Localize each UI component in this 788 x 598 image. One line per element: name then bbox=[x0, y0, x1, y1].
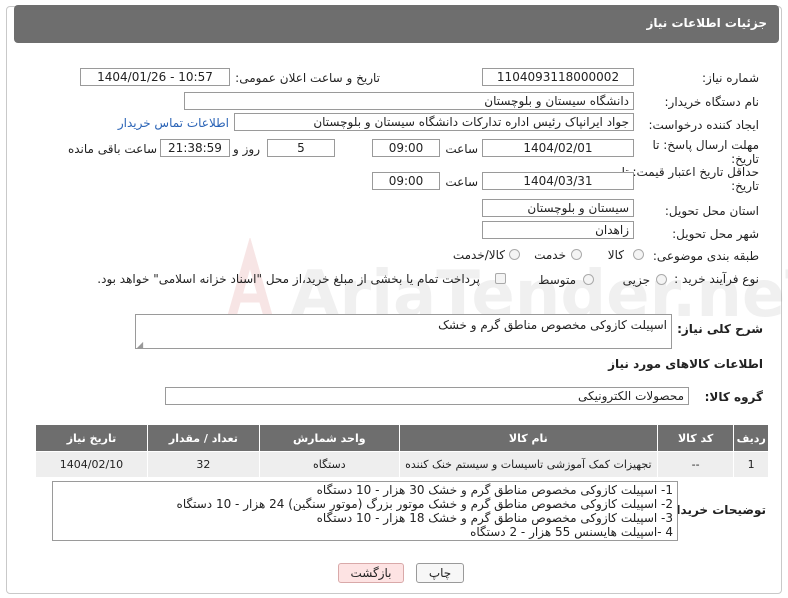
print-button[interactable]: چاپ bbox=[416, 563, 464, 583]
process-option-partial: جزیی bbox=[622, 273, 650, 287]
province-label: استان محل تحویل: bbox=[664, 204, 759, 218]
announce-field[interactable]: 1404/01/26 - 10:57 bbox=[80, 68, 230, 86]
goods-info-title: اطلاعات کالاهای مورد نیاز bbox=[608, 357, 763, 371]
cell-need-date: 1404/02/10 bbox=[35, 451, 148, 478]
category-option-service: خدمت bbox=[534, 248, 566, 262]
buyer-org-label: نام دستگاه خریدار: bbox=[664, 95, 760, 109]
announce-label: تاریخ و ساعت اعلان عمومی: bbox=[235, 71, 380, 85]
buyer-notes-field[interactable]: 1- اسپیلت کازوکی مخصوص مناطق گرم و خشک 3… bbox=[52, 481, 678, 541]
category-label: طبقه بندی موضوعی: bbox=[652, 249, 759, 263]
col-goods-name: نام کالا bbox=[398, 424, 658, 452]
back-button[interactable]: بازگشت bbox=[338, 563, 404, 583]
payment-note: پرداخت تمام یا بخشی از مبلغ خرید،از محل … bbox=[97, 272, 480, 286]
page-title: جزئیات اطلاعات نیاز bbox=[646, 16, 767, 30]
title-bar: جزئیات اطلاعات نیاز bbox=[14, 5, 779, 43]
days-field[interactable]: 5 bbox=[267, 139, 335, 157]
category-radio-goods[interactable] bbox=[633, 249, 644, 260]
process-radio-medium[interactable] bbox=[583, 274, 594, 285]
process-label: نوع فرآیند خرید : bbox=[674, 272, 759, 286]
buyer-notes-label: توضیحات خریدار: bbox=[664, 503, 766, 517]
col-unit: واحد شمارش bbox=[258, 424, 400, 452]
payment-checkbox[interactable] bbox=[495, 273, 506, 284]
cell-goods-code: -- bbox=[656, 451, 735, 478]
days-label: روز و bbox=[233, 142, 260, 156]
city-field[interactable]: زاهدان bbox=[482, 221, 634, 239]
city-label: شهر محل تحویل: bbox=[672, 227, 759, 241]
table-row[interactable]: 1 -- تجهیزات کمک آموزشی تاسیسات و سیستم … bbox=[35, 451, 769, 478]
need-number-label: شماره نیاز: bbox=[702, 71, 759, 85]
buyer-note-line: 1- اسپیلت کازوکی مخصوص مناطق گرم و خشک 3… bbox=[316, 483, 673, 497]
table-header-row: ردیف کد کالا نام کالا واحد شمارش تعداد /… bbox=[35, 424, 769, 452]
deadline-time-label: ساعت bbox=[445, 142, 478, 156]
province-field[interactable]: سیستان و بلوچستان bbox=[482, 199, 634, 217]
col-need-date: تاریخ نیاز bbox=[35, 424, 148, 452]
description-field[interactable]: اسپیلت کازوکی مخصوص مناطق گرم و خشک bbox=[135, 314, 672, 349]
col-row-number: ردیف bbox=[733, 424, 769, 452]
col-quantity: تعداد / مقدار bbox=[146, 424, 260, 452]
deadline-date-field[interactable]: 1404/02/01 bbox=[482, 139, 634, 157]
remaining-time-field[interactable]: 21:38:59 bbox=[160, 139, 230, 157]
category-option-goods-service: کالا/خدمت bbox=[452, 248, 505, 262]
need-number-field[interactable]: 1104093118000002 bbox=[482, 68, 634, 86]
goods-group-field[interactable]: محصولات الکترونیکی bbox=[165, 387, 689, 405]
category-radio-goods-service[interactable] bbox=[509, 249, 520, 260]
buyer-org-field[interactable]: دانشگاه سیستان و بلوچستان bbox=[184, 92, 634, 110]
validity-time-label: ساعت bbox=[445, 175, 478, 189]
category-option-goods: کالا bbox=[607, 248, 624, 262]
validity-date-field[interactable]: 1404/03/31 bbox=[482, 172, 634, 190]
goods-group-label: گروه کالا: bbox=[704, 390, 763, 404]
category-radio-service[interactable] bbox=[571, 249, 582, 260]
cell-unit: دستگاه bbox=[258, 451, 400, 478]
buyer-note-line: 2- اسپیلت کازوکی مخصوص مناطق گرم و خشک م… bbox=[176, 497, 673, 511]
buyer-note-line: 4 -اسپیلت هایسنس 55 هزار - 2 دستگاه bbox=[470, 525, 673, 539]
creator-field[interactable]: جواد ایرانپاک رئیس اداره تدارکات دانشگاه… bbox=[234, 113, 634, 131]
deadline-time-field[interactable]: 09:00 bbox=[372, 139, 440, 157]
creator-label: ایجاد کننده درخواست: bbox=[648, 118, 759, 132]
cell-row-number: 1 bbox=[733, 451, 769, 478]
resize-handle-icon[interactable]: ◢ bbox=[137, 340, 143, 349]
description-label: شرح کلی نیاز: bbox=[677, 322, 763, 336]
goods-table: ردیف کد کالا نام کالا واحد شمارش تعداد /… bbox=[35, 424, 769, 478]
col-goods-code: کد کالا bbox=[656, 424, 735, 452]
cell-goods-name: تجهیزات کمک آموزشی تاسیسات و سیستم خنک ک… bbox=[398, 451, 658, 478]
remaining-time-label: ساعت باقی مانده bbox=[67, 142, 157, 156]
cell-quantity: 32 bbox=[146, 451, 260, 478]
process-option-medium: متوسط bbox=[538, 273, 576, 287]
validity-time-field[interactable]: 09:00 bbox=[372, 172, 440, 190]
validity-label: حداقل تاریخ اعتبار قیمت: تا تاریخ: bbox=[621, 165, 759, 193]
buyer-contact-link[interactable]: اطلاعات تماس خریدار bbox=[118, 116, 229, 130]
process-radio-partial[interactable] bbox=[656, 274, 667, 285]
buyer-note-line: 3- اسپیلت کازوکی مخصوص مناطق گرم و خشک 1… bbox=[316, 511, 673, 525]
deadline-label: مهلت ارسال پاسخ: تا تاریخ: bbox=[652, 138, 759, 166]
